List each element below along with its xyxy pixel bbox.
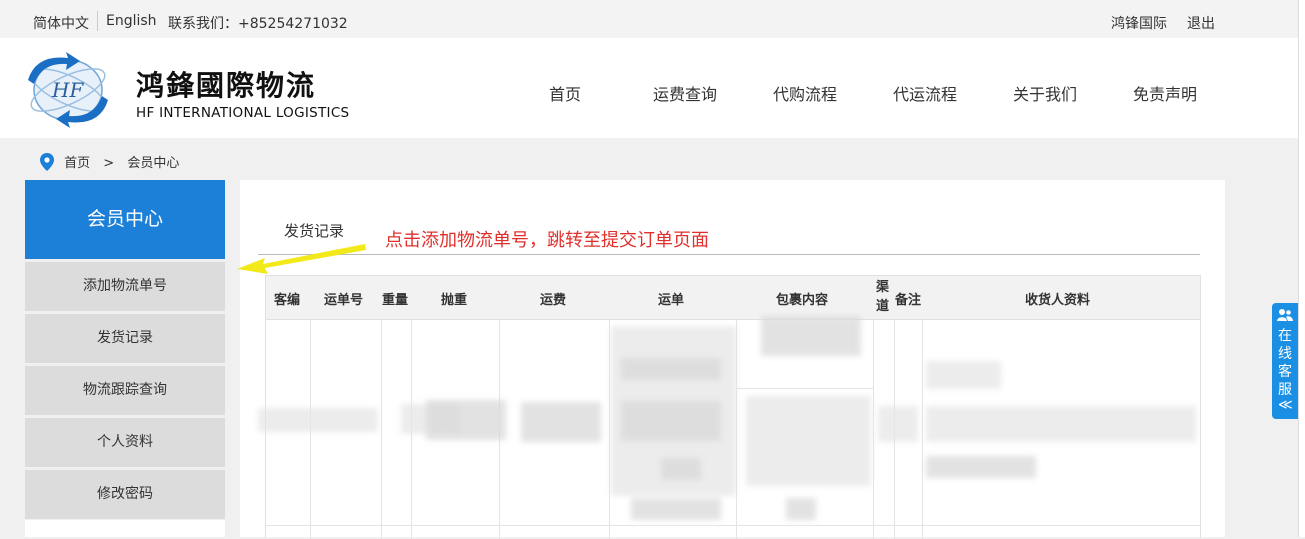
logo-chinese-name: 鸿鋒國際物流 — [136, 69, 317, 102]
site-header: HF 鸿鋒國際物流 HF INTERNATIONAL LOGISTICS 首页 … — [0, 38, 1298, 138]
col-remarks: 备注 — [895, 293, 922, 308]
annotation-text: 点击添加物流单号，跳转至提交订单页面 — [385, 230, 709, 251]
collapse-icon[interactable]: ≪ — [1278, 397, 1293, 413]
lang-english-link[interactable]: English — [106, 13, 157, 29]
column-divider — [922, 319, 923, 539]
sidebar-item-change-password[interactable]: 修改密码 — [25, 470, 225, 519]
redacted-cell — [426, 400, 506, 440]
sidebar-item-profile[interactable]: 个人资料 — [25, 418, 225, 467]
nav-purchase-process[interactable]: 代购流程 — [773, 81, 837, 105]
sidebar-item-shipping-records[interactable]: 发货记录 — [25, 314, 225, 363]
nav-shipping-rates[interactable]: 运费查询 — [653, 81, 717, 105]
column-divider — [381, 319, 382, 539]
col-weight: 重量 — [382, 293, 409, 308]
redacted-cell — [761, 316, 861, 356]
redacted-cell — [621, 358, 721, 380]
redacted-cell — [786, 498, 816, 520]
col-waybill: 运单 — [658, 293, 685, 308]
nav-about-us[interactable]: 关于我们 — [1013, 81, 1077, 105]
sidebar-footer — [25, 520, 225, 537]
contact-info: 联系我们：+85254271032 — [168, 16, 348, 32]
row-divider — [736, 388, 873, 389]
logo-globe-icon: HF — [28, 52, 108, 128]
top-bar: 简体中文 English 联系我们：+85254271032 鸿锋国际 退出 — [0, 0, 1298, 38]
redacted-cell — [878, 406, 918, 442]
online-service-widget[interactable]: 在线客服 ≪ — [1272, 303, 1298, 419]
logo-mark: HF — [51, 78, 84, 102]
lang-chinese-link[interactable]: 简体中文 — [33, 13, 89, 33]
nav-home[interactable]: 首页 — [549, 81, 581, 105]
online-service-label: 在线客服 — [1278, 328, 1292, 398]
users-icon — [1277, 309, 1293, 321]
sidebar-title: 会员中心 — [25, 180, 225, 259]
table-header: 客编 运单号 重量 抛重 运费 运单 包裹内容 渠道 备注 收货人资料 — [266, 276, 1200, 320]
brand-account-link[interactable]: 鸿锋国际 — [1111, 13, 1167, 33]
col-waybill-no: 运单号 — [324, 293, 364, 308]
col-freight: 运费 — [540, 293, 567, 308]
col-volumetric-weight: 抛重 — [441, 293, 468, 308]
records-table: 客编 运单号 重量 抛重 运费 运单 包裹内容 渠道 备注 收货人资料 — [258, 275, 1201, 539]
tab-underline — [258, 254, 1200, 255]
annotation-arrow-icon — [237, 244, 366, 274]
nav-shipping-process[interactable]: 代运流程 — [893, 81, 957, 105]
logo-english-name: HF INTERNATIONAL LOGISTICS — [136, 105, 350, 121]
col-package-contents: 包裹内容 — [776, 293, 829, 308]
column-divider — [873, 319, 874, 539]
column-divider — [736, 319, 737, 539]
redacted-cell — [631, 498, 721, 520]
redacted-cell — [258, 408, 378, 432]
divider — [97, 11, 98, 31]
redacted-cell — [926, 456, 1036, 478]
redacted-cell — [621, 401, 721, 441]
breadcrumb-current: 会员中心 — [127, 156, 180, 171]
sidebar-item-add-tracking[interactable]: 添加物流单号 — [25, 262, 225, 311]
redacted-cell — [926, 361, 1001, 389]
column-divider — [609, 319, 610, 539]
logout-link[interactable]: 退出 — [1187, 13, 1215, 33]
sidebar-item-tracking-query[interactable]: 物流跟踪查询 — [25, 366, 225, 415]
site-logo[interactable]: HF 鸿鋒國際物流 HF INTERNATIONAL LOGISTICS — [22, 50, 352, 130]
breadcrumb: 首页 > 会员中心 — [40, 152, 179, 171]
redacted-cell — [521, 402, 601, 442]
redacted-cell — [746, 396, 871, 486]
location-pin-icon — [40, 153, 54, 171]
row-divider — [266, 525, 1200, 526]
redacted-cell — [926, 406, 1196, 442]
nav-disclaimer[interactable]: 免责声明 — [1133, 81, 1197, 105]
col-recipient: 收货人资料 — [1025, 293, 1091, 308]
page-scrollbar[interactable] — [1298, 0, 1305, 537]
col-channel: 渠道 — [876, 280, 890, 314]
breadcrumb-home[interactable]: 首页 — [64, 156, 90, 171]
redacted-cell — [661, 458, 701, 480]
breadcrumb-separator: > — [103, 156, 115, 171]
col-customer-id: 客编 — [274, 293, 301, 308]
